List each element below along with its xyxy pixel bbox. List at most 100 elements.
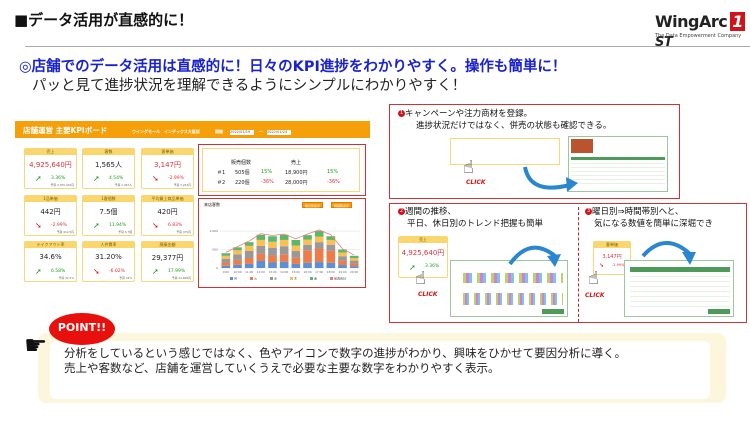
kpi-card[interactable]: 客数 1,565人 ➚ 4.54% 予算 1,497人 [82, 148, 135, 189]
bar-segment [349, 266, 359, 268]
click-label: CLICK [466, 179, 486, 186]
bar-segment [314, 248, 324, 263]
kpi-budget: 予算 3,243円 [173, 183, 191, 187]
kpi-card[interactable]: 1客個数 7.5個 ➚ 11.94% 予算 6.7個 [82, 195, 135, 236]
pointer-hand-icon: ☝ [415, 268, 426, 289]
kpi-card[interactable]: 売上 4,925,640円 ➚ 3.36% 予算 4,765,410円 [24, 148, 77, 189]
bar-segment [326, 244, 336, 251]
bar-segment [303, 239, 312, 245]
bar-segment [279, 239, 289, 247]
card-label: 売上 [399, 237, 447, 243]
kpi-budget: 予算 4,765,410円 [50, 183, 74, 187]
kpi-budget: 予算 475円 [176, 230, 191, 234]
bar-segment [221, 262, 231, 266]
bar-segment [244, 245, 254, 252]
legend-label: 前週合計 [334, 276, 346, 281]
hourly-table-thumbnail [624, 260, 734, 317]
bar-segment [256, 253, 266, 261]
rank-col-qty: 販売個数 [231, 160, 252, 166]
legend-swatch [250, 277, 253, 280]
bar-segment [291, 251, 301, 258]
panel1-line2: 進捗状況だけではなく、併売の状態も確認できる。 [416, 121, 612, 131]
thumb-button [542, 309, 564, 314]
rank-sales-pct: -36% [327, 179, 340, 185]
bar-segment [221, 258, 231, 263]
slide-title: ■データ活用が直感的に！ [14, 11, 194, 29]
bar-segment [268, 236, 277, 242]
kpi-card[interactable]: 廃棄金額 29,377円 ➚ 17.99% 予算 24,899円 [141, 241, 194, 282]
bar-preview [463, 273, 563, 283]
kpi-value: 420円 [157, 208, 178, 216]
kpi-card[interactable]: 客単価 3,147円 ➘ -2.99% 予算 3,243円 [141, 148, 194, 189]
bar-segment [256, 239, 266, 246]
company-logo: WingArc 1ST [655, 12, 750, 50]
kpi-card[interactable]: テイクアウト率 34.6% ➚ 6.58% 予算 32.2% [24, 241, 77, 282]
x-tick-label: 9:00 [223, 270, 230, 274]
card-pct: -2.99% [612, 263, 625, 267]
panel-divider [578, 207, 579, 322]
bar-segment [244, 258, 254, 264]
bar-segment [221, 253, 231, 256]
rank-qty-pct: -36% [261, 179, 274, 185]
bar-segment [233, 259, 242, 265]
trend-down-icon: ➘ [152, 221, 159, 230]
x-tick-label: 20:00 [350, 270, 358, 274]
kpi-label: 平均買上商品単価 [142, 196, 193, 202]
bar-segment [279, 254, 289, 262]
panel1-line1: キャンペーンや注力商材を登録。 [405, 109, 533, 119]
bar-segment [279, 246, 289, 255]
bar-segment [314, 262, 324, 268]
kpi-pct: 11.94% [109, 223, 127, 228]
step-number-icon: 2 [398, 208, 405, 215]
point-text: 分析をしているという感じではなく、色やアイコンで数字の進捗がわかり、興味をひかせ… [64, 346, 704, 376]
bar-segment [326, 262, 336, 268]
table-preview [630, 267, 730, 307]
kpi-budget: 予算 6.7個 [118, 230, 132, 234]
lead-subtext: パッと見て進捗状況を理解できるようにシンプルにわかりやすく！ [32, 78, 467, 94]
panel2-line2: 平日、休日別のトレンド把握も簡単 [407, 219, 544, 229]
weekly-chart-thumbnail [450, 260, 568, 317]
panel3-line1: 曜日別⇒時間帯別へと、 [592, 207, 684, 217]
period-label: 期間 [215, 129, 223, 134]
bar-segment [303, 235, 312, 240]
bar-segment [338, 256, 347, 261]
dashboard-title: 店舗運営 主要KPIボード [23, 126, 108, 135]
kpi-card[interactable]: 1品単価 442円 ➘ -2.99% 予算 412.5円 [24, 195, 77, 236]
bar-segment [221, 255, 231, 259]
bar-segment [303, 250, 312, 263]
rank-qty[interactable]: 505個 [235, 169, 250, 176]
kpi-card[interactable]: 人件費率 31.20% ➘ -6.02% 予算 33% [82, 241, 135, 282]
date-from-input[interactable]: 2022/01/19 [230, 130, 254, 135]
bar-segment [291, 263, 301, 268]
x-tick-label: 12:00 [257, 270, 265, 274]
bar-segment [314, 242, 324, 249]
card-value: 3,147円 [602, 254, 622, 260]
date-separator: ～ [259, 129, 263, 134]
kpi-card[interactable]: 平均買上商品単価 420円 ➘ 6.83% 予算 475円 [141, 195, 194, 236]
title-divider [25, 46, 750, 47]
date-to-input[interactable]: 2022/01/24 [267, 130, 291, 135]
bar-segment [326, 239, 336, 245]
kpi-value: 7.5個 [99, 208, 118, 216]
bar-segment [268, 262, 277, 268]
bar-segment [233, 250, 242, 255]
product-photo [571, 139, 593, 153]
kpi-label: 人件費率 [83, 242, 134, 248]
rank-qty[interactable]: 220個 [235, 179, 250, 186]
x-tick-label: 14:00 [280, 270, 288, 274]
point-line1: 分析をしているという感じではなく、色やアイコンで数字の進捗がわかり、興味をひかせ… [64, 346, 627, 360]
logo-mark: 1 [730, 12, 745, 31]
trend-down-icon: ➘ [93, 267, 100, 276]
trend-down-icon: ➘ [35, 221, 42, 230]
x-tick-label: 10:00 [233, 270, 241, 274]
kpi-pct: 4.54% [109, 176, 124, 181]
kpi-value: 31.20% [95, 253, 122, 261]
click-label: CLICK [418, 291, 438, 298]
legend-swatch [330, 277, 333, 280]
legend-swatch [230, 277, 233, 280]
bar-segment [303, 262, 312, 268]
ranking-panel: 販売個数 売上 ＃1 505個 15% 18,900円 15% ＃2 220個 … [202, 148, 360, 192]
rank-label: ＃2 [217, 180, 226, 186]
logo-text: WingArc [655, 12, 728, 31]
kpi-label: 客数 [83, 149, 134, 155]
